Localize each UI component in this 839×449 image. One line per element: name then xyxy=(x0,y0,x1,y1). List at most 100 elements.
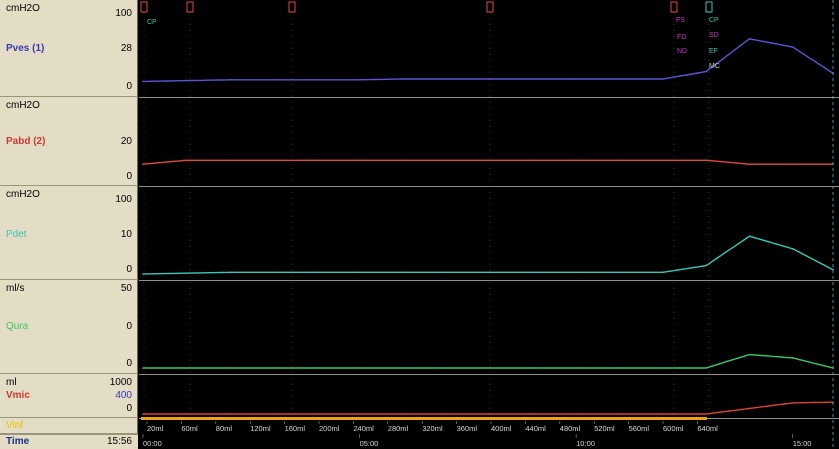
trace-point xyxy=(228,413,231,415)
channel-label-qura: ml/s Qura 50 0 0 xyxy=(0,280,138,374)
trace-point xyxy=(445,413,448,415)
trace-point xyxy=(532,271,534,274)
trace-point xyxy=(185,367,188,369)
event-marker-icon xyxy=(670,1,678,13)
trace-point xyxy=(705,367,707,369)
trace-point xyxy=(185,79,188,82)
qura-name: Qura xyxy=(6,321,29,332)
trace-point xyxy=(748,163,751,165)
trace-point xyxy=(532,159,534,162)
trace-point xyxy=(272,79,274,81)
volume-tick-label: 480ml xyxy=(560,424,581,433)
trace-point xyxy=(402,367,404,369)
trace-point xyxy=(228,159,231,162)
trace-point xyxy=(618,271,621,274)
pves-tick-mid: 28 xyxy=(120,43,132,54)
vmic-tick-max: 1000 xyxy=(109,377,132,388)
trace-point xyxy=(272,159,274,162)
volume-tick-label: 200ml xyxy=(319,424,340,433)
vmic-tick-min: 0 xyxy=(126,403,132,414)
trace-point xyxy=(618,413,621,415)
event-marker-label: EF xyxy=(709,48,718,55)
qura-tick-mid: 0 xyxy=(126,321,132,332)
trace-point xyxy=(272,271,274,274)
trace-point xyxy=(445,78,448,80)
trace-point xyxy=(748,407,751,410)
trace-point xyxy=(488,271,491,274)
volume-tick-label: 320ml xyxy=(422,424,443,433)
trace-point xyxy=(618,367,621,369)
trace-point xyxy=(358,79,361,81)
event-marker-icon xyxy=(288,1,296,13)
trace-point xyxy=(705,413,707,415)
event-marker-label: FS xyxy=(676,17,685,24)
volume-tick-label: 120ml xyxy=(250,424,271,433)
vmic-unit: ml xyxy=(6,377,17,388)
trace-point xyxy=(142,273,144,275)
trace-chart: CP FS FD ND SD EF CP MC 20ml 60ml 80ml 120ml 160ml 20… xyxy=(140,0,834,449)
trace-point xyxy=(791,46,794,48)
channel-label-vmic: ml Vmic 1000 400 0 xyxy=(0,374,138,418)
trace-point xyxy=(315,79,318,81)
trace-point xyxy=(272,367,274,369)
trace-point xyxy=(358,367,361,369)
event-marker-icon xyxy=(486,1,494,13)
trace-point xyxy=(618,78,621,80)
trace-point xyxy=(532,413,534,415)
pdet-name: Pdet xyxy=(6,229,27,240)
trace-point xyxy=(142,163,144,165)
vmic-tick-mid: 400 xyxy=(115,390,132,401)
volume-tick-label: 160ml xyxy=(285,424,306,433)
trace-point xyxy=(705,264,707,267)
trace-point xyxy=(532,367,534,369)
trace-line-4 xyxy=(143,401,833,415)
trace-point xyxy=(532,78,534,80)
event-marker-label: CP xyxy=(709,17,719,24)
event-marker-label: MC xyxy=(709,63,720,70)
trace-point xyxy=(358,413,361,415)
trace-point xyxy=(402,413,404,415)
pves-tick-min: 0 xyxy=(126,81,132,92)
event-marker-label: FD xyxy=(677,34,686,41)
trace-point xyxy=(315,159,318,162)
trace-plot-area: CP FS FD ND SD EF CP MC 20ml 60ml 80ml 120ml 160ml 20… xyxy=(139,0,839,449)
trace-point xyxy=(575,159,577,162)
volume-tick-label: 80ml xyxy=(216,424,233,433)
infused-volume-bar xyxy=(141,417,707,420)
volume-tick-label: 400ml xyxy=(491,424,512,433)
trace-point xyxy=(488,367,491,369)
pdet-unit: cmH2O xyxy=(6,189,40,200)
trace-point xyxy=(445,271,448,274)
trace-point xyxy=(662,413,664,415)
channel-label-pdet: cmH2O Pdet 100 10 0 xyxy=(0,186,138,280)
trace-point xyxy=(185,413,188,415)
channel-label-vinf: Vinf xyxy=(0,418,138,434)
pves-tick-max: 100 xyxy=(115,8,132,19)
trace-point xyxy=(402,159,404,162)
trace-point xyxy=(228,367,231,369)
event-marker-label: SD xyxy=(709,32,719,39)
trace-point xyxy=(228,79,231,81)
trace-point xyxy=(445,159,448,162)
trace-point xyxy=(315,271,318,274)
trace-point xyxy=(315,367,318,369)
volume-tick-label: 560ml xyxy=(629,424,650,433)
trace-point xyxy=(272,413,274,415)
trace-point xyxy=(358,159,361,162)
vmic-name: Vmic xyxy=(6,390,30,401)
trace-point xyxy=(142,367,144,369)
event-marker-icon xyxy=(140,1,148,13)
trace-point xyxy=(705,70,707,73)
trace-point xyxy=(228,271,231,274)
trace-point xyxy=(791,248,794,250)
time-tick-label: 05:00 xyxy=(360,439,379,448)
trace-point xyxy=(791,163,794,165)
trace-line-0 xyxy=(143,38,834,83)
trace-line-3 xyxy=(143,353,834,369)
trace-point xyxy=(402,271,404,274)
pves-name: Pves (1) xyxy=(6,43,45,54)
channel-label-pves: cmH2O Pves (1) 100 28 0 xyxy=(0,0,138,97)
channel-label-panel: cmH2O Pves (1) 100 28 0 cmH2O Pabd (2) 2… xyxy=(0,0,138,449)
channel-label-pabd: cmH2O Pabd (2) 20 0 xyxy=(0,97,138,186)
trace-point xyxy=(185,272,188,275)
